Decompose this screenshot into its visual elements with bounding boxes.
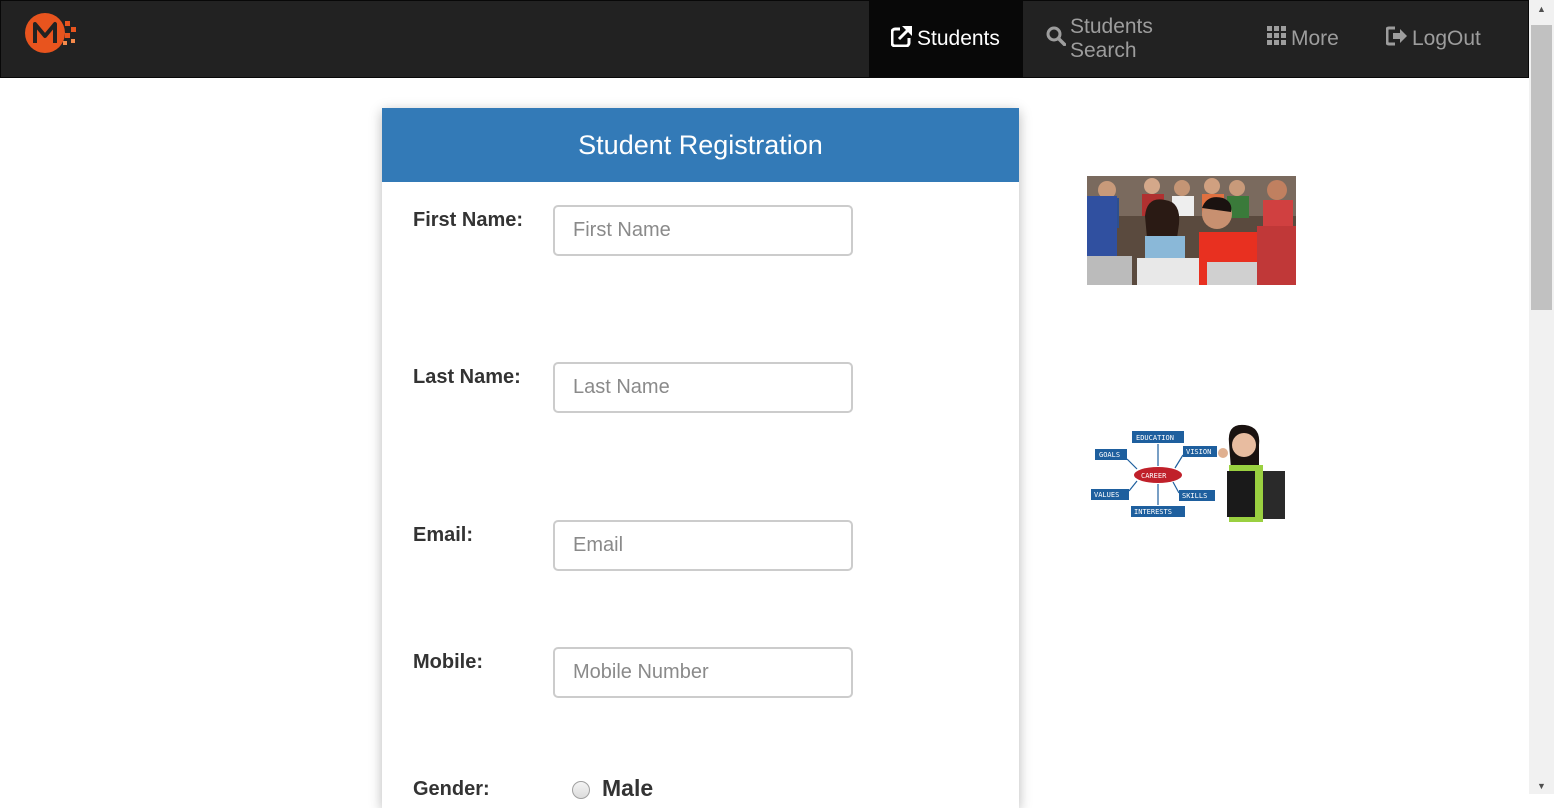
career-node-vision: VISION [1186, 448, 1211, 456]
email-input[interactable] [553, 520, 853, 571]
m-logo-icon[interactable] [23, 9, 83, 57]
students-photo [1087, 176, 1296, 285]
career-node-goals: GOALS [1099, 451, 1120, 459]
search-icon [1046, 26, 1070, 52]
first-name-input[interactable] [553, 205, 853, 256]
career-node-values: VALUES [1094, 491, 1119, 499]
nav-logout-label: LogOut [1412, 27, 1481, 50]
gender-male-label[interactable]: Male [602, 775, 653, 802]
career-node-skills: SKILLS [1182, 492, 1207, 500]
nav-students-search-label: Students Search [1070, 15, 1153, 62]
page-scrollbar[interactable]: ▲ ▼ [1529, 0, 1554, 794]
scroll-up-arrow-icon[interactable]: ▲ [1529, 0, 1554, 17]
last-name-input[interactable] [553, 362, 853, 413]
nav-more[interactable]: More [1245, 1, 1364, 77]
card-title: Student Registration [382, 108, 1019, 182]
top-navbar: Students Students Search More LogOut [0, 0, 1529, 78]
career-diagram-image: EDUCATION GOALS VISION VALUES SKILLS INT… [1087, 421, 1296, 522]
career-node-center: CAREER [1141, 472, 1167, 480]
scrollbar-thumb[interactable] [1531, 25, 1552, 310]
mobile-input[interactable] [553, 647, 853, 698]
nav-students-search[interactable]: Students Search [1024, 1, 1245, 77]
scroll-down-arrow-icon[interactable]: ▼ [1529, 777, 1554, 794]
career-node-interests: INTERESTS [1134, 508, 1172, 516]
nav-more-label: More [1291, 27, 1339, 50]
nav-students-label: Students [917, 27, 1000, 50]
logout-icon [1385, 26, 1412, 52]
gender-male-radio[interactable] [572, 781, 590, 799]
last-name-label: Last Name: [413, 366, 521, 388]
external-link-icon [890, 25, 917, 53]
mobile-label: Mobile: [413, 651, 483, 673]
grid-icon [1267, 26, 1291, 52]
career-node-education: EDUCATION [1136, 434, 1174, 442]
email-label: Email: [413, 524, 474, 546]
registration-card: Student Registration First Name: Last Na… [382, 108, 1019, 808]
nav-logout[interactable]: LogOut [1364, 1, 1509, 77]
nav-students[interactable]: Students [869, 1, 1023, 77]
first-name-label: First Name: [413, 209, 524, 231]
gender-label: Gender: [413, 778, 490, 800]
